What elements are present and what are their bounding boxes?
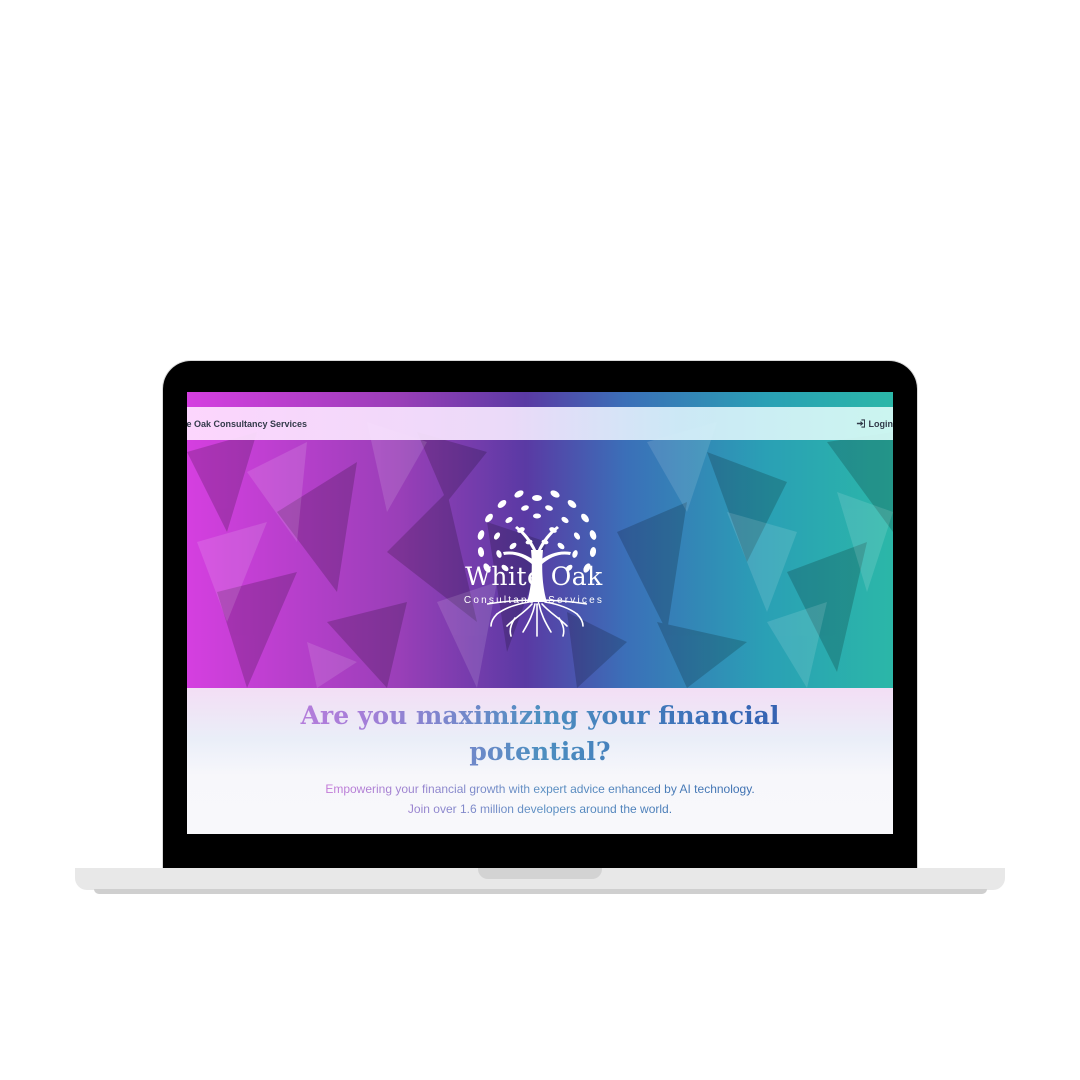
laptop-base-shadow: [94, 889, 987, 894]
browser-viewport: ite Oak Consultancy Services Login White…: [187, 392, 893, 834]
page-tagline: Empowering your financial growth with ex…: [187, 780, 893, 819]
brand-link[interactable]: ite Oak Consultancy Services: [187, 419, 307, 429]
logo-subtitle: Consultancy Services: [463, 595, 605, 606]
login-button[interactable]: Login: [856, 418, 894, 429]
laptop-notch: [478, 868, 602, 879]
logo-title: White Oak: [465, 562, 603, 591]
headline-text: Are you maximizing your financial potent…: [300, 701, 780, 766]
page-headline: Are you maximizing your financial potent…: [187, 698, 893, 770]
intro-section: Are you maximizing your financial potent…: [187, 688, 893, 834]
hero-banner: ite Oak Consultancy Services Login White…: [187, 392, 893, 688]
login-label: Login: [868, 418, 894, 429]
tagline-line-2: Join over 1.6 million developers around …: [407, 801, 673, 816]
tagline-line-1: Empowering your financial growth with ex…: [325, 782, 755, 796]
sign-in-icon: [856, 419, 865, 428]
top-navbar: ite Oak Consultancy Services Login: [187, 407, 893, 440]
